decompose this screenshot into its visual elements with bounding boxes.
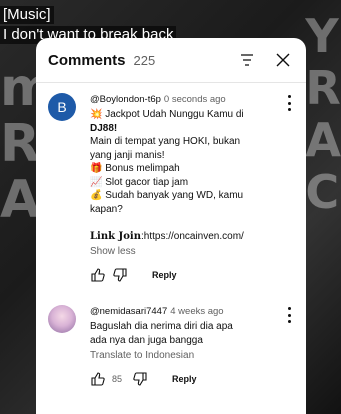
reply-button[interactable]: Reply	[152, 270, 177, 280]
comment-line: Baguslah dia nerima diri dia apa	[90, 321, 233, 332]
link-label: Link Join	[90, 230, 141, 242]
close-icon[interactable]	[272, 49, 294, 71]
comment-line: ada nya dan juga bangga	[90, 334, 203, 346]
comment-line: yang janji manis!	[90, 149, 165, 161]
comment-text: 💥 Jackpot Udah Nunggu Kamu di DJ88! Main…	[90, 108, 298, 243]
comment-line: 🎁 Bonus melimpah	[90, 163, 180, 174]
comment-link-line: Link Join:https://oncainven.com/	[90, 230, 298, 244]
avatar[interactable]	[48, 305, 76, 333]
comment-line: DJ88!	[90, 122, 118, 134]
video-caption-line-1: [Music]	[0, 6, 54, 24]
comments-header: Comments 225	[36, 38, 306, 83]
comment-author[interactable]: @Boylondon-t6p	[90, 94, 161, 105]
comment-link[interactable]: :https://oncainven.com/	[141, 231, 244, 242]
comments-panel: Comments 225 B @Boylondon-t6p 0 seconds a…	[36, 38, 306, 414]
comments-count: 225	[133, 52, 156, 68]
like-count: 85	[112, 374, 123, 384]
dislike-icon[interactable]	[132, 371, 148, 387]
comment-line: 💥 Jackpot Udah Nunggu Kamu di	[90, 109, 244, 120]
comments-title: Comments	[48, 51, 126, 69]
comment-author[interactable]: @nemidasari7447	[90, 306, 167, 317]
comment-line: 💰 Sudah banyak yang WD, kamu	[90, 190, 244, 201]
translate-button[interactable]: Translate to Indonesian	[90, 350, 298, 361]
comment-line: kapan?	[90, 203, 123, 215]
comment-time: 0 seconds ago	[163, 94, 226, 105]
video-frame-text-right: YRAC	[305, 9, 341, 219]
comment-time: 4 weeks ago	[170, 306, 224, 317]
like-icon[interactable]	[90, 371, 106, 387]
comment-line: 📈 Slot gacor tiap jam	[90, 176, 189, 188]
comment-line: Main di tempat yang HOKI, bukan	[90, 136, 241, 147]
avatar[interactable]: B	[48, 93, 76, 121]
comment-item: B @Boylondon-t6p 0 seconds ago 💥 Jackpot …	[36, 83, 306, 285]
more-options-icon[interactable]	[282, 307, 296, 323]
dislike-icon[interactable]	[112, 267, 128, 283]
sort-icon[interactable]	[236, 49, 258, 71]
show-less-button[interactable]: Show less	[90, 246, 298, 257]
reply-button[interactable]: Reply	[172, 374, 197, 384]
comment-item: @nemidasari7447 4 weeks ago Baguslah dia …	[36, 295, 306, 389]
comment-text: Baguslah dia nerima diri dia apa ada nya…	[90, 320, 298, 347]
more-options-icon[interactable]	[282, 95, 296, 111]
like-icon[interactable]	[90, 267, 106, 283]
